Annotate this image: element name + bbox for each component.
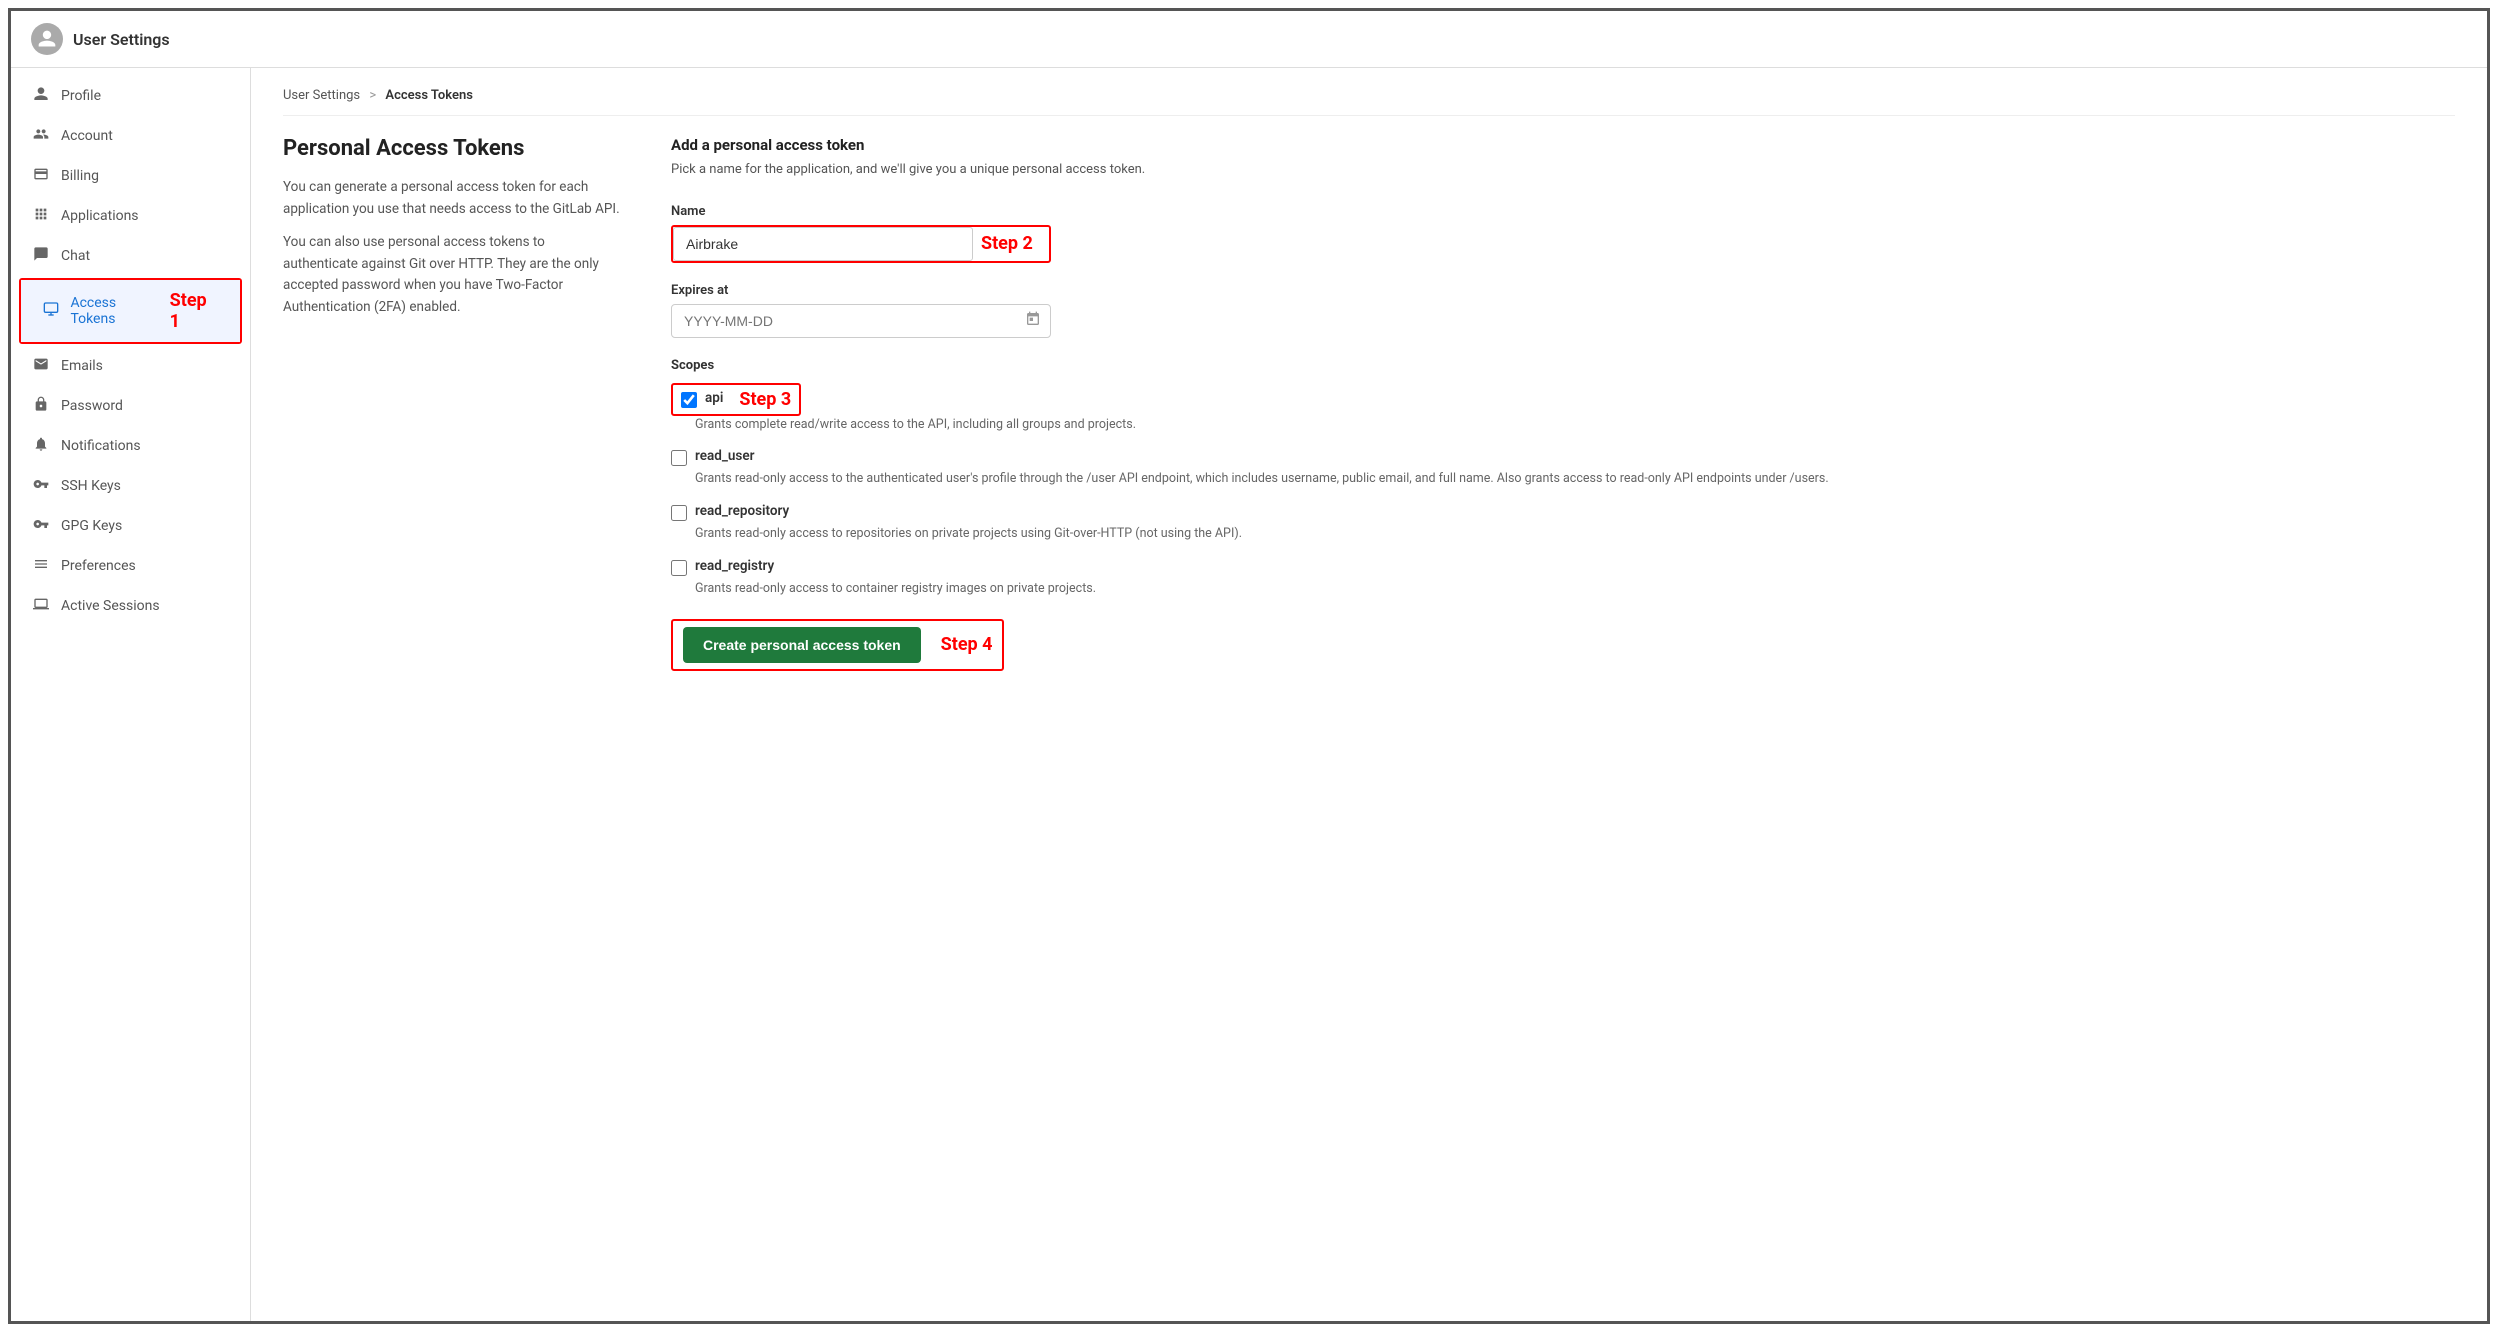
api-scope-desc: Grants complete read/write access to the… [695, 416, 2455, 435]
sidebar-item-ssh-keys[interactable]: SSH Keys [11, 466, 250, 506]
scope-item-read-repository: read_repository Grants read-only access … [671, 503, 2455, 544]
sidebar-item-applications[interactable]: Applications [11, 196, 250, 236]
read-user-checkbox[interactable] [671, 450, 687, 466]
sidebar-item-access-tokens[interactable]: Access Tokens Step 1 [21, 280, 240, 342]
sidebar-item-label: GPG Keys [61, 518, 122, 534]
read-user-scope-desc: Grants read-only access to the authentic… [695, 470, 2455, 489]
sidebar-item-chat[interactable]: Chat [11, 236, 250, 276]
step1-label: Step 1 [170, 290, 220, 332]
expires-label: Expires at [671, 283, 2455, 298]
breadcrumb-current: Access Tokens [385, 88, 473, 103]
expires-input[interactable] [671, 304, 1051, 338]
step4-label: Step 4 [941, 634, 993, 655]
sidebar-item-billing[interactable]: Billing [11, 156, 250, 196]
sidebar-item-label: Access Tokens [70, 295, 161, 327]
api-checkbox[interactable] [681, 392, 697, 408]
read-registry-scope-name: read_registry [695, 558, 774, 574]
expires-input-wrapper [671, 304, 1051, 338]
content-area: User Settings > Access Tokens Personal A… [251, 68, 2487, 1321]
api-scope-row: api [681, 390, 723, 408]
right-column: Add a personal access token Pick a name … [671, 136, 2455, 671]
name-input[interactable] [673, 227, 973, 261]
account-icon [31, 126, 51, 146]
profile-icon [31, 86, 51, 106]
name-form-group: Name Step 2 [671, 204, 2455, 263]
api-scope-highlight: api Step 3 [671, 383, 801, 416]
read-repository-scope-row: read_repository [671, 503, 2455, 521]
breadcrumb-separator: > [369, 88, 376, 103]
read-repository-scope-name: read_repository [695, 503, 789, 519]
gpg-keys-icon [31, 516, 51, 536]
sidebar-item-label: Emails [61, 358, 103, 374]
notifications-icon [31, 436, 51, 456]
sidebar-item-active-sessions[interactable]: Active Sessions [11, 586, 250, 626]
sidebar-item-notifications[interactable]: Notifications [11, 426, 250, 466]
preferences-icon [31, 556, 51, 576]
billing-icon [31, 166, 51, 186]
sidebar-item-label: Chat [61, 248, 90, 264]
top-header: User Settings [11, 11, 2487, 68]
read-registry-scope-row: read_registry [671, 558, 2455, 576]
sidebar-item-label: Billing [61, 168, 99, 184]
expires-form-group: Expires at [671, 283, 2455, 338]
read-registry-scope-desc: Grants read-only access to container reg… [695, 580, 2455, 599]
sidebar-item-label: SSH Keys [61, 478, 121, 494]
page-header-title: User Settings [73, 30, 170, 49]
access-tokens-highlight-wrapper: Access Tokens Step 1 [19, 278, 242, 344]
chat-icon [31, 246, 51, 266]
sidebar-item-label: Profile [61, 88, 101, 104]
name-label: Name [671, 204, 2455, 219]
left-column: Personal Access Tokens You can generate … [283, 136, 623, 671]
scopes-form-group: Scopes api Step 3 [671, 358, 2455, 599]
sidebar-item-account[interactable]: Account [11, 116, 250, 156]
breadcrumb: User Settings > Access Tokens [283, 88, 2455, 116]
step3-label: Step 3 [739, 389, 791, 410]
description-para-2: You can also use personal access tokens … [283, 232, 623, 318]
form-section-subtitle: Pick a name for the application, and we'… [671, 160, 2455, 180]
read-user-scope-name: read_user [695, 448, 754, 464]
form-section-title: Add a personal access token [671, 136, 2455, 154]
sidebar-item-password[interactable]: Password [11, 386, 250, 426]
active-sessions-icon [31, 596, 51, 616]
sidebar-item-label: Account [61, 128, 113, 144]
page-description: You can generate a personal access token… [283, 177, 623, 319]
emails-icon [31, 356, 51, 376]
create-button-highlight: Create personal access token Step 4 [671, 619, 1004, 671]
sidebar-item-label: Applications [61, 208, 139, 224]
page-title: Personal Access Tokens [283, 136, 623, 161]
password-icon [31, 396, 51, 416]
sidebar-item-label: Notifications [61, 438, 141, 454]
ssh-keys-icon [31, 476, 51, 496]
sidebar-item-profile[interactable]: Profile [11, 76, 250, 116]
user-avatar-icon [31, 23, 63, 55]
create-token-button[interactable]: Create personal access token [683, 627, 921, 663]
breadcrumb-parent[interactable]: User Settings [283, 88, 360, 103]
sidebar-item-label: Active Sessions [61, 598, 160, 614]
step2-label: Step 2 [981, 233, 1033, 254]
sidebar-item-gpg-keys[interactable]: GPG Keys [11, 506, 250, 546]
description-para-1: You can generate a personal access token… [283, 177, 623, 220]
scope-item-read-registry: read_registry Grants read-only access to… [671, 558, 2455, 599]
read-registry-checkbox[interactable] [671, 560, 687, 576]
name-input-highlight: Step 2 [671, 225, 1051, 263]
read-user-scope-row: read_user [671, 448, 2455, 466]
scopes-label: Scopes [671, 358, 2455, 373]
read-repository-scope-desc: Grants read-only access to repositories … [695, 525, 2455, 544]
access-tokens-icon [41, 301, 60, 321]
sidebar-item-label: Password [61, 398, 123, 414]
read-repository-checkbox[interactable] [671, 505, 687, 521]
calendar-icon [1025, 311, 1041, 331]
applications-icon [31, 206, 51, 226]
sidebar-item-label: Preferences [61, 558, 136, 574]
sidebar: Profile Account Billing Applications [11, 68, 251, 1321]
scope-item-read-user: read_user Grants read-only access to the… [671, 448, 2455, 489]
scope-item-api: api Step 3 Grants complete read/write ac… [671, 383, 2455, 435]
sidebar-item-preferences[interactable]: Preferences [11, 546, 250, 586]
sidebar-item-emails[interactable]: Emails [11, 346, 250, 386]
api-scope-name: api [705, 390, 723, 406]
